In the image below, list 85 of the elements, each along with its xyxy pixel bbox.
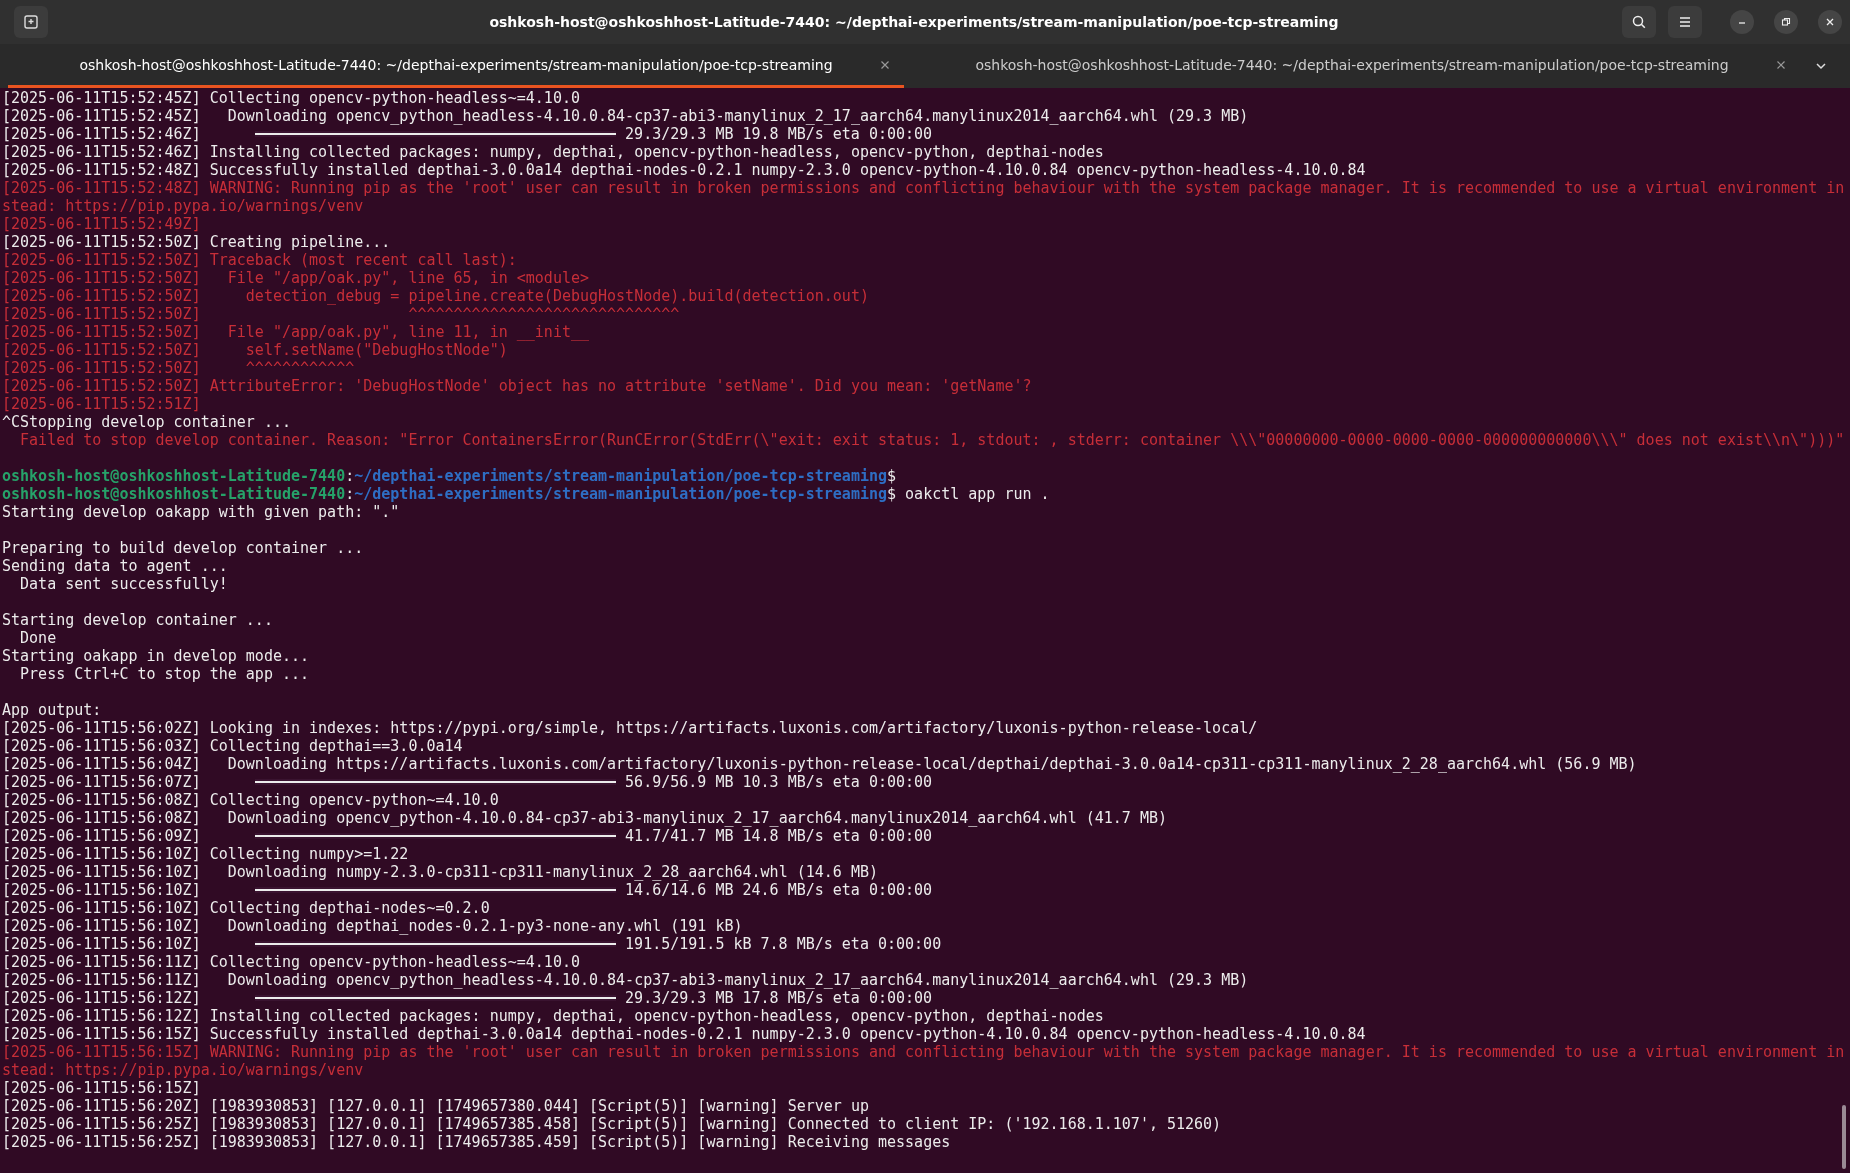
command-text: oakctl app run . (905, 485, 1050, 503)
progress-reading: 41.7/41.7 MB 14.8 MB/s eta 0:00:00 (625, 827, 933, 845)
error-line: [2025-06-11T15:52:50Z] self.setName("DebugHostNode") (2, 341, 508, 359)
prompt-path: ~/depthai-experiments/stream-manipulation/poe-tcp-streaming (354, 467, 888, 485)
prompt-symbol: $ (887, 467, 897, 485)
error-line: [2025-06-11T15:52:48Z] WARNING: Running pip as the 'root' user can result in broken permissions and conflicting behaviour with the system package manager. It is recommended to use a virtual environment in (2, 179, 1845, 197)
error-line: [2025-06-11T15:52:50Z] detection_debug = pipeline.create(DebugHostNode).build(detection.out) (2, 287, 869, 305)
output-line: [2025-06-11T15:56:15Z] Successfully installed depthai-3.0.0a14 depthai-nodes-0.2.1 numpy-2.3.0 opencv-python-4.10.0.84 opencv-python-headless-4.10.0.84 (2, 1025, 1366, 1043)
output-line: [2025-06-11T15:56:10Z] Downloading numpy-2.3.0-cp311-cp311-manylinux_2_28_aarch64.whl (14.6 MB) (2, 863, 878, 881)
minimize-button[interactable] (1730, 10, 1754, 34)
error-line: [2025-06-11T15:52:50Z] Traceback (most recent call last): (2, 251, 517, 269)
output-line: [2025-06-11T15:56:03Z] Collecting depthai==3.0.0a14 (2, 737, 463, 755)
window-title: oshkosh-host@oshkoshhost-Latitude-7440: ~/depthai-experiments/stream-manipulation/poe-tcp-streaming (488, 14, 1340, 30)
error-line: [2025-06-11T15:52:51Z] (2, 395, 201, 413)
error-line: [2025-06-11T15:52:49Z] (2, 215, 201, 233)
terminal-tab[interactable]: oshkosh-host@oshkoshhost-Latitude-7440: ~/depthai-experiments/stream-manipulation/poe-tcp-streaming (904, 44, 1800, 88)
error-line: [2025-06-11T15:56:15Z] WARNING: Running pip as the 'root' user can result in broken permissions and conflicting behaviour with the system package manager. It is recommended to use a virtual environment in (2, 1043, 1845, 1061)
prompt-user: oshkosh-host@oshkoshhost-Latitude-7440 (2, 467, 346, 485)
close-tab-icon[interactable] (880, 60, 890, 70)
close-tab-icon[interactable] (1776, 60, 1786, 70)
output-line: [2025-06-11T15:56:08Z] Downloading opencv_python-4.10.0.84-cp37-abi3-manylinux_2_17_aarch64.manylinux2014_aarch64.whl (41.7 MB) (2, 809, 1167, 827)
progress-reading: 29.3/29.3 MB 19.8 MB/s eta 0:00:00 (625, 125, 933, 143)
prompt-path: ~/depthai-experiments/stream-manipulation/poe-tcp-streaming (354, 485, 888, 503)
output-line: ^CStopping develop container ... (2, 413, 291, 431)
output-line: [2025-06-11T15:56:12Z] Installing collected packages: numpy, depthai, opencv-python-headless, opencv-python, depthai-nodes (2, 1007, 1104, 1025)
error-line: [2025-06-11T15:52:50Z] ^^^^^^^^^^^^ (2, 359, 355, 377)
menu-button[interactable] (1668, 6, 1702, 38)
output-line: [2025-06-11T15:56:15Z] (2, 1079, 201, 1097)
restore-icon (1781, 17, 1791, 27)
timestamp: [2025-06-11T15:56:12Z] (2, 989, 201, 1007)
progress-reading: 56.9/56.9 MB 10.3 MB/s eta 0:00:00 (625, 773, 933, 791)
output-line: Starting develop container ... (2, 611, 273, 629)
progress-reading: 14.6/14.6 MB 24.6 MB/s eta 0:00:00 (625, 881, 933, 899)
error-line: [2025-06-11T15:52:50Z] AttributeError: 'DebugHostNode' object has no attribute 'setName'. Did you mean: 'getName'? (2, 377, 1032, 395)
progress-reading: 191.5/191.5 kB 7.8 MB/s eta 0:00:00 (625, 935, 942, 953)
timestamp: [2025-06-11T15:52:46Z] (2, 125, 201, 143)
error-line: [2025-06-11T15:52:50Z] File "/app/oak.py", line 11, in __init__ (2, 323, 589, 341)
output-line: Preparing to build develop container ... (2, 539, 364, 557)
output-line: [2025-06-11T15:56:11Z] Collecting opencv-python-headless~=4.10.0 (2, 953, 580, 971)
output-line: Starting oakapp in develop mode... (2, 647, 310, 665)
prompt-user: oshkosh-host@oshkoshhost-Latitude-7440 (2, 485, 346, 503)
prompt-symbol: $ (887, 485, 897, 503)
output-line: Starting develop oakapp with given path: "." (2, 503, 400, 521)
output-line: [2025-06-11T15:56:08Z] Collecting opencv-python~=4.10.0 (2, 791, 499, 809)
output-line: Press Ctrl+C to stop the app ... (19, 665, 310, 683)
output-line: Done (19, 629, 57, 647)
output-line: [2025-06-11T15:56:10Z] Downloading depthai_nodes-0.2.1-py3-none-any.whl (191 kB) (2, 917, 743, 935)
output-line: [2025-06-11T15:56:20Z] [1983930853] [127.0.0.1] [1749657380.044] [Script(5)] [warning] Server up (2, 1097, 869, 1115)
search-icon (1631, 14, 1647, 30)
terminal-tab[interactable]: oshkosh-host@oshkoshhost-Latitude-7440: ~/depthai-experiments/stream-manipulation/poe-tcp-streaming (8, 44, 904, 88)
output-line: [2025-06-11T15:52:50Z] Creating pipeline... (2, 233, 391, 251)
progress-reading: 29.3/29.3 MB 17.8 MB/s eta 0:00:00 (625, 989, 933, 1007)
output-line: Data sent successfully! (19, 575, 228, 593)
timestamp: [2025-06-11T15:56:10Z] (2, 935, 201, 953)
timestamp: [2025-06-11T15:56:09Z] (2, 827, 201, 845)
output-line: [2025-06-11T15:52:46Z] Installing collected packages: numpy, depthai, opencv-python-headless, opencv-python, depthai-nodes (2, 143, 1104, 161)
maximize-button[interactable] (1774, 10, 1798, 34)
output-line: [2025-06-11T15:56:10Z] Collecting numpy>=1.22 (2, 845, 409, 863)
new-tab-button[interactable] (14, 6, 48, 38)
output-line: [2025-06-11T15:56:11Z] Downloading opencv_python_headless-4.10.0.84-cp37-abi3-manylinux_2_17_aarch64.manylinux2014_aarch64.whl (29.3 MB) (2, 971, 1249, 989)
timestamp: [2025-06-11T15:56:10Z] (2, 881, 201, 899)
output-line: Sending data to agent ... (2, 557, 228, 575)
error-line: Failed to stop develop container. Reason: "Error ContainersError(RunCError(StdErr(\"exit: exit status: 1, stdout: , stderr: container \\\"00000000-0000-0000-0000-000000000000\\\" does not exist\\n\")))" (19, 431, 1845, 449)
prompt-separator: : (345, 485, 355, 503)
close-button[interactable] (1818, 10, 1842, 34)
timestamp: [2025-06-11T15:56:07Z] (2, 773, 201, 791)
error-line: [2025-06-11T15:52:50Z] File "/app/oak.py", line 65, in <module> (2, 269, 589, 287)
output-line: [2025-06-11T15:56:04Z] Downloading https://artifacts.luxonis.com/artifactory/luxonis-python-release-local/depthai/depthai-3.0.0a14-cp311-cp311-manylinux_2_28_aarch64.whl (56.9 MB) (2, 755, 1637, 773)
error-line: stead: https://pip.pypa.io/warnings/venv (2, 197, 364, 215)
output-line: [2025-06-11T15:52:45Z] Collecting opencv-python-headless~=4.10.0 (2, 89, 580, 107)
new-tab-icon (23, 14, 39, 30)
output-line: [2025-06-11T15:56:25Z] [1983930853] [127.0.0.1] [1749657385.459] [Script(5)] [warning] Receiving messages (2, 1133, 951, 1151)
error-line: [2025-06-11T15:52:50Z] ^^^^^^^^^^^^^^^^^^^^^^^^^^^^^^ (2, 305, 680, 323)
output-line: [2025-06-11T15:56:02Z] Looking in indexes: https://pypi.org/simple, https://artifacts.luxonis.com/artifactory/luxonis-python-release-local/ (2, 719, 1258, 737)
menu-icon (1677, 14, 1693, 30)
output-line: [2025-06-11T15:56:25Z] [1983930853] [127.0.0.1] [1749657385.458] [Script(5)] [warning] Connected to client IP: ('192.168.1.107', 51260) (2, 1115, 1222, 1133)
output-line: App output: (2, 701, 102, 719)
error-line: stead: https://pip.pypa.io/warnings/venv (2, 1061, 364, 1079)
prompt-separator: : (345, 467, 355, 485)
search-button[interactable] (1622, 6, 1656, 38)
close-icon (1825, 17, 1835, 27)
output-line: [2025-06-11T15:56:10Z] Collecting depthai-nodes~=0.2.0 (2, 899, 490, 917)
output-line: [2025-06-11T15:52:45Z] Downloading opencv_python_headless-4.10.0.84-cp37-abi3-manylinux_2_17_aarch64.manylinux2014_aarch64.whl (29.3 MB) (2, 107, 1249, 125)
output-line: [2025-06-11T15:52:48Z] Successfully installed depthai-3.0.0a14 depthai-nodes-0.2.1 numpy-2.3.0 opencv-python-4.10.0.84 opencv-python-headless-4.10.0.84 (2, 161, 1366, 179)
scrollbar-thumb[interactable] (1842, 1105, 1846, 1169)
